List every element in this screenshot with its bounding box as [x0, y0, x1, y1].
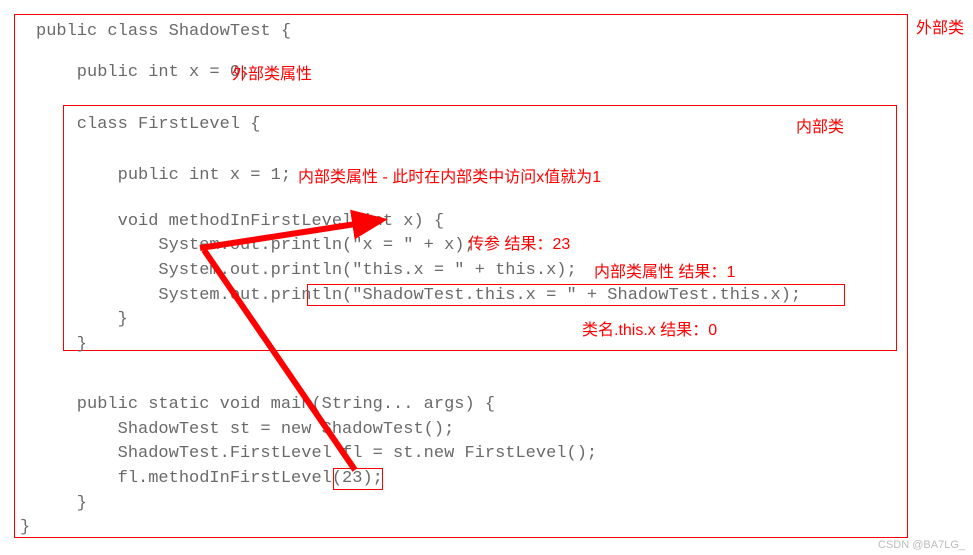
code-line-5: void methodInFirstLevel(int x) {: [36, 212, 444, 231]
watermark: CSDN @BA7LG_: [878, 539, 965, 551]
annotation-classname-this: 类名.this.x 结果：0: [582, 316, 717, 340]
code-line-1: public class ShadowTest {: [36, 22, 291, 41]
code-line-7: System.out.println("this.x = " + this.x)…: [36, 261, 577, 280]
annotation-outer-attr: 外部类属性: [232, 60, 312, 84]
code-line-8: System.out.println("ShadowTest.this.x = …: [36, 286, 801, 305]
annotation-pass-param: 传参 结果：23: [468, 230, 570, 254]
code-line-4: public int x = 1;: [36, 166, 291, 185]
code-line-3: class FirstLevel {: [36, 115, 260, 134]
code-line-16: }: [20, 518, 30, 537]
code-line-13: ShadowTest.FirstLevel fl = st.new FirstL…: [36, 444, 597, 463]
annotation-inner-attr: 内部类属性 - 此时在内部类中访问x值就为1: [298, 163, 601, 187]
code-line-15: }: [36, 494, 87, 513]
annotation-inner-attr-result: 内部类属性 结果：1: [594, 258, 735, 282]
annotation-inner-class: 内部类: [796, 113, 844, 137]
code-line-14: fl.methodInFirstLevel(23);: [36, 469, 383, 488]
code-line-12: ShadowTest st = new ShadowTest();: [36, 420, 454, 439]
code-line-6: System.out.println("x = " + x);: [36, 236, 475, 255]
code-line-2: public int x = 0;: [36, 63, 250, 82]
annotation-outer-class: 外部类: [916, 14, 964, 38]
code-line-11: public static void main(String... args) …: [36, 395, 495, 414]
code-line-9: }: [36, 310, 128, 329]
code-line-10: }: [36, 335, 87, 354]
